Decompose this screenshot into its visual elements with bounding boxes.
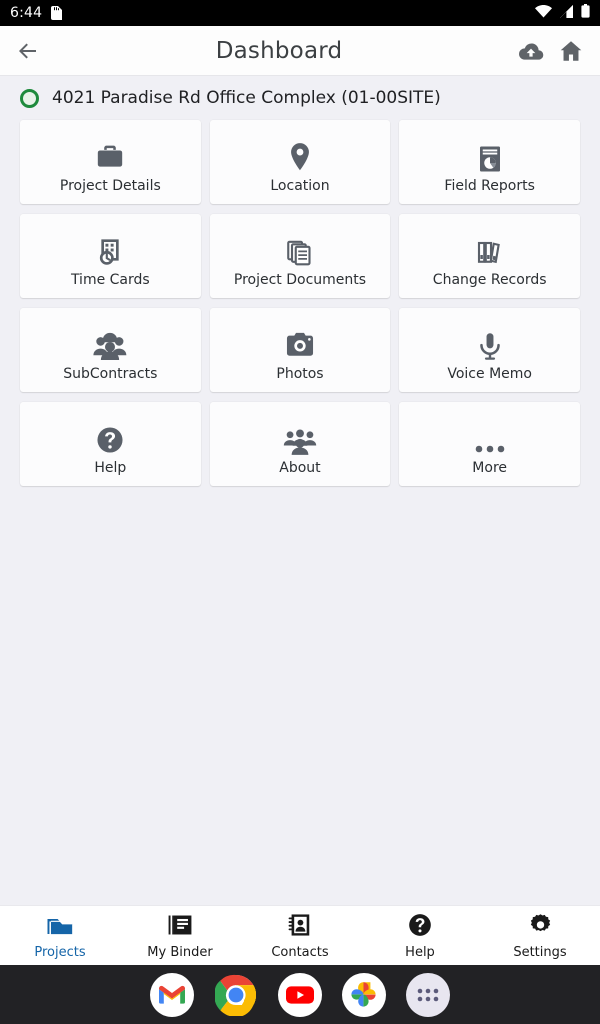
google-photos-icon[interactable] — [342, 972, 386, 1017]
page-title: Dashboard — [215, 37, 343, 64]
microphone-icon — [474, 320, 506, 362]
binders-icon — [475, 226, 505, 268]
tile-project-details[interactable]: Project Details — [20, 120, 201, 204]
tile-help[interactable]: Help — [20, 402, 201, 486]
nav-item-help[interactable]: Help — [360, 912, 480, 959]
tile-label: Change Records — [432, 271, 547, 288]
tile-label: SubContracts — [63, 365, 158, 382]
gear-icon — [527, 912, 554, 942]
briefcase-icon — [93, 132, 127, 174]
nav-label: Projects — [34, 945, 86, 960]
time-clock-icon — [94, 226, 126, 268]
bottom-navigation: Projects My Binder Contacts Help Setting — [0, 905, 600, 965]
wifi-icon — [535, 4, 552, 22]
binder-icon — [166, 912, 194, 942]
cloud-upload-icon[interactable] — [518, 38, 544, 64]
people-group-icon — [283, 414, 317, 456]
youtube-icon[interactable] — [278, 972, 322, 1017]
project-header: 4021 Paradise Rd Office Complex (01-00SI… — [0, 76, 600, 120]
help-circle-icon — [407, 912, 433, 942]
question-circle-icon — [94, 414, 126, 456]
phone-screen: 6:44 Dashboard 4021 Paradise Rd Office C… — [0, 0, 600, 1024]
project-name: 4021 Paradise Rd Office Complex (01-00SI… — [52, 88, 441, 108]
ellipsis-icon — [473, 414, 507, 456]
status-bar: 6:44 — [0, 0, 600, 26]
tile-label: Voice Memo — [447, 365, 532, 382]
back-arrow-icon[interactable] — [16, 39, 40, 63]
nav-label: Help — [405, 945, 435, 960]
tile-label: Field Reports — [444, 177, 535, 194]
tile-time-cards[interactable]: Time Cards — [20, 214, 201, 298]
tile-label: Help — [94, 459, 127, 476]
nav-label: Settings — [513, 945, 567, 960]
chrome-icon[interactable] — [214, 973, 258, 1017]
nav-item-my-binder[interactable]: My Binder — [120, 912, 240, 959]
sd-card-icon — [51, 6, 63, 20]
home-icon[interactable] — [558, 38, 584, 64]
app-drawer-icon[interactable] — [406, 972, 450, 1017]
project-status-indicator-icon — [20, 88, 39, 108]
tile-label: More — [472, 459, 508, 476]
nav-item-settings[interactable]: Settings — [480, 912, 600, 959]
app-bar-actions — [518, 38, 584, 64]
camera-icon — [283, 320, 317, 362]
tile-subcontracts[interactable]: SubContracts — [20, 308, 201, 392]
tile-change-records[interactable]: Change Records — [399, 214, 580, 298]
cellular-signal-icon — [559, 4, 574, 22]
dashboard-grid: Project Details Location Field Reports T… — [20, 120, 580, 486]
tile-label: Location — [270, 177, 330, 194]
folder-icon — [46, 912, 74, 942]
status-bar-icons — [535, 4, 590, 22]
dashboard-grid-container: Project Details Location Field Reports T… — [0, 120, 600, 905]
tile-about[interactable]: About — [209, 402, 391, 486]
report-chart-icon — [475, 132, 505, 174]
nav-label: My Binder — [147, 945, 213, 960]
tile-location[interactable]: Location — [209, 120, 391, 204]
android-dock — [0, 965, 600, 1024]
contacts-icon — [286, 912, 314, 942]
battery-icon — [581, 4, 590, 22]
tile-photos[interactable]: Photos — [209, 308, 391, 392]
tile-label: Project Documents — [233, 271, 367, 288]
tile-label: Project Details — [59, 177, 161, 194]
tile-label: Time Cards — [70, 271, 150, 288]
app-bar: Dashboard — [0, 26, 600, 76]
map-pin-icon — [283, 132, 317, 174]
nav-item-contacts[interactable]: Contacts — [240, 912, 360, 959]
tile-more[interactable]: More — [399, 402, 580, 486]
tile-field-reports[interactable]: Field Reports — [399, 120, 580, 204]
workers-hardhat-icon — [92, 320, 128, 362]
tile-voice-memo[interactable]: Voice Memo — [399, 308, 580, 392]
status-bar-time: 6:44 — [10, 5, 43, 21]
documents-stack-icon — [285, 226, 315, 268]
gmail-icon[interactable] — [150, 972, 194, 1017]
tile-label: About — [279, 459, 321, 476]
nav-label: Contacts — [271, 945, 329, 960]
nav-item-projects[interactable]: Projects — [0, 912, 120, 959]
tile-project-documents[interactable]: Project Documents — [209, 214, 391, 298]
tile-label: Photos — [276, 365, 324, 382]
